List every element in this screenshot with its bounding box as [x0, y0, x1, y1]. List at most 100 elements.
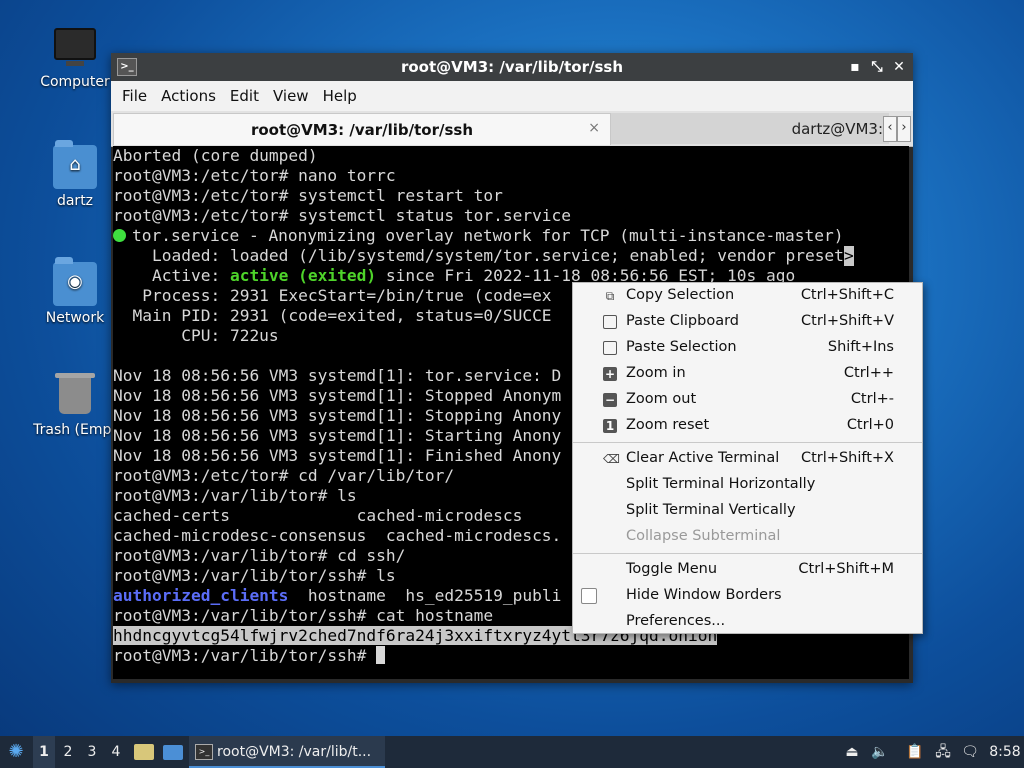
terminal-task-icon: >_: [195, 744, 213, 760]
terminal-line: tor.service - Anonymizing overlay networ…: [113, 226, 909, 246]
overflow-marker: >: [843, 246, 854, 266]
desktop-icon-label: Trash (Empt: [33, 422, 117, 438]
title-bar[interactable]: >_ root@VM3: /var/lib/tor/ssh ▪ ⤡ ✕: [111, 53, 913, 81]
menu-item-label: Hide Window Borders: [626, 587, 782, 603]
task-label: root@VM3: /var/lib/t...: [217, 744, 372, 760]
workspace-2[interactable]: 2: [57, 736, 79, 768]
menu-item-label: Paste Clipboard: [626, 313, 740, 329]
terminal-app-icon[interactable]: >_: [117, 58, 137, 76]
tab-scroll-right-icon[interactable]: ›: [897, 116, 911, 142]
tab-close-icon[interactable]: ×: [588, 120, 600, 136]
zoom-in-icon: +: [603, 367, 617, 381]
terminal-line: root@VM3:/etc/tor# systemctl restart tor: [113, 186, 503, 205]
menu-item-shortcut: Ctrl+Shift+V: [801, 313, 894, 329]
menu-view[interactable]: View: [266, 87, 316, 105]
terminal-line: root@VM3:/var/lib/tor/ssh#: [113, 646, 909, 666]
copy-icon: ⧉: [605, 289, 615, 303]
service-name-text: tor.service - Anonymizing overlay networ…: [132, 226, 844, 245]
menu-item-copy-selection[interactable]: ⧉ Copy Selection Ctrl+Shift+C: [573, 283, 922, 309]
menu-item-shortcut: Ctrl+Shift+C: [800, 287, 894, 303]
menu-item-split-horizontal[interactable]: Split Terminal Horizontally: [573, 472, 922, 498]
menu-item-preferences[interactable]: Preferences...: [573, 609, 922, 635]
workspace-4[interactable]: 4: [105, 736, 127, 768]
menu-item-label: Split Terminal Horizontally: [626, 476, 816, 492]
menu-item-label: Preferences...: [626, 613, 726, 629]
menu-item-shortcut: Ctrl+Shift+M: [798, 561, 894, 577]
taskbar-task-terminal[interactable]: >_ root@VM3: /var/lib/t...: [189, 736, 385, 768]
terminal-line: root@VM3:/etc/tor# systemctl status tor.…: [113, 206, 572, 225]
tab-label: root@VM3: /var/lib/tor/ssh: [250, 120, 473, 139]
menu-bar: File Actions Edit View Help: [111, 81, 913, 111]
tab-bar: root@VM3: /var/lib/tor/ssh × dartz@VM3: …: [111, 111, 913, 147]
menu-item-shortcut: Ctrl+Shift+X: [801, 450, 894, 466]
terminal-line: Loaded: loaded (/lib/systemd/system/tor.…: [113, 246, 909, 266]
file-manager-icon[interactable]: [134, 744, 154, 760]
menu-item-shortcut: Shift+Ins: [827, 339, 894, 355]
directory-name: authorized_clients: [113, 586, 289, 605]
paste-icon: [603, 341, 617, 355]
desktop-icon-computer[interactable]: Computer: [25, 22, 125, 90]
clock[interactable]: 8:58: [988, 736, 1022, 768]
menu-item-label: Zoom out: [626, 391, 697, 407]
menu-item-zoom-out[interactable]: − Zoom out Ctrl+-: [573, 387, 922, 413]
workspace-1[interactable]: 1: [33, 736, 55, 768]
maximize-icon[interactable]: ⤡: [867, 57, 887, 77]
start-menu-icon[interactable]: ✺: [4, 736, 28, 768]
menu-item-label: Collapse Subterminal: [626, 528, 781, 544]
desktop-icon-label: Network: [45, 310, 105, 326]
menu-item-paste-selection[interactable]: Paste Selection Shift+Ins: [573, 335, 922, 361]
file-names: hostname hs_ed25519_publi: [288, 586, 562, 605]
zoom-out-icon: −: [603, 393, 617, 407]
menu-item-toggle-menu[interactable]: Toggle Menu Ctrl+Shift+M: [573, 557, 922, 583]
menu-item-shortcut: Ctrl++: [843, 365, 894, 381]
network-icon[interactable]: 🖧: [933, 736, 953, 768]
zoom-reset-icon: 1: [603, 419, 617, 433]
prompt-text: root@VM3:/var/lib/tor/ssh#: [113, 646, 377, 665]
clipboard-icon[interactable]: 📋: [905, 736, 925, 768]
status-dot-icon: [113, 229, 126, 242]
notification-icon[interactable]: 🗨: [960, 736, 980, 768]
menu-item-label: Paste Selection: [626, 339, 737, 355]
eject-icon[interactable]: ⏏: [842, 736, 862, 768]
active-prefix: Active:: [113, 266, 230, 285]
menu-file[interactable]: File: [115, 87, 154, 105]
menu-item-zoom-in[interactable]: + Zoom in Ctrl++: [573, 361, 922, 387]
tab-dartz[interactable]: dartz@VM3:: [611, 113, 889, 144]
desktop-icon-network[interactable]: ◉ Network: [25, 257, 125, 326]
minimize-icon[interactable]: ▪: [845, 57, 865, 77]
menu-item-clear-terminal[interactable]: ⌫ Clear Active Terminal Ctrl+Shift+X: [573, 446, 922, 472]
loaded-text: Loaded: loaded (/lib/systemd/system/tor.…: [113, 246, 844, 265]
paste-icon: [603, 315, 617, 329]
desktop-icon-label: dartz: [56, 193, 94, 209]
clear-icon: ⌫: [603, 452, 620, 466]
menu-actions[interactable]: Actions: [154, 87, 223, 105]
terminal-line: root@VM3:/etc/tor# nano torrc: [113, 166, 396, 185]
terminal-line: Aborted (core dumped): [113, 146, 318, 165]
tab-label: dartz@VM3:: [791, 119, 883, 138]
tab-scroll-left-icon[interactable]: ‹: [883, 116, 897, 142]
trash-icon: [55, 373, 95, 414]
desktop-icon-trash[interactable]: Trash (Empt: [25, 372, 125, 438]
menu-item-label: Zoom reset: [626, 417, 710, 433]
menu-item-shortcut: Ctrl+0: [846, 417, 894, 433]
menu-item-zoom-reset[interactable]: 1 Zoom reset Ctrl+0: [573, 413, 922, 439]
volume-icon[interactable]: 🔈: [870, 736, 890, 768]
menu-item-hide-borders[interactable]: Hide Window Borders: [573, 583, 922, 609]
hide-borders-checkbox[interactable]: [581, 588, 597, 604]
workspace-3[interactable]: 3: [81, 736, 103, 768]
menu-item-label: Clear Active Terminal: [626, 450, 780, 466]
close-icon[interactable]: ✕: [889, 57, 909, 77]
menu-item-paste-clipboard[interactable]: Paste Clipboard Ctrl+Shift+V: [573, 309, 922, 335]
menu-item-label: Toggle Menu: [626, 561, 718, 577]
menu-item-collapse-subterminal: Collapse Subterminal: [573, 524, 922, 550]
desktop-icon-dartz[interactable]: ⌂ dartz: [25, 140, 125, 209]
menu-item-label: Copy Selection: [626, 287, 735, 303]
menu-separator: [573, 442, 922, 443]
menu-help[interactable]: Help: [316, 87, 364, 105]
taskbar: ✺ 1 2 3 4 >_ root@VM3: /var/lib/t... ⏏ 🔈…: [0, 736, 1024, 768]
menu-edit[interactable]: Edit: [223, 87, 266, 105]
menu-item-split-vertical[interactable]: Split Terminal Vertically: [573, 498, 922, 524]
tab-root-ssh[interactable]: root@VM3: /var/lib/tor/ssh ×: [113, 113, 611, 145]
network-folder-icon: ◉: [53, 257, 97, 306]
show-desktop-icon[interactable]: [163, 745, 183, 760]
